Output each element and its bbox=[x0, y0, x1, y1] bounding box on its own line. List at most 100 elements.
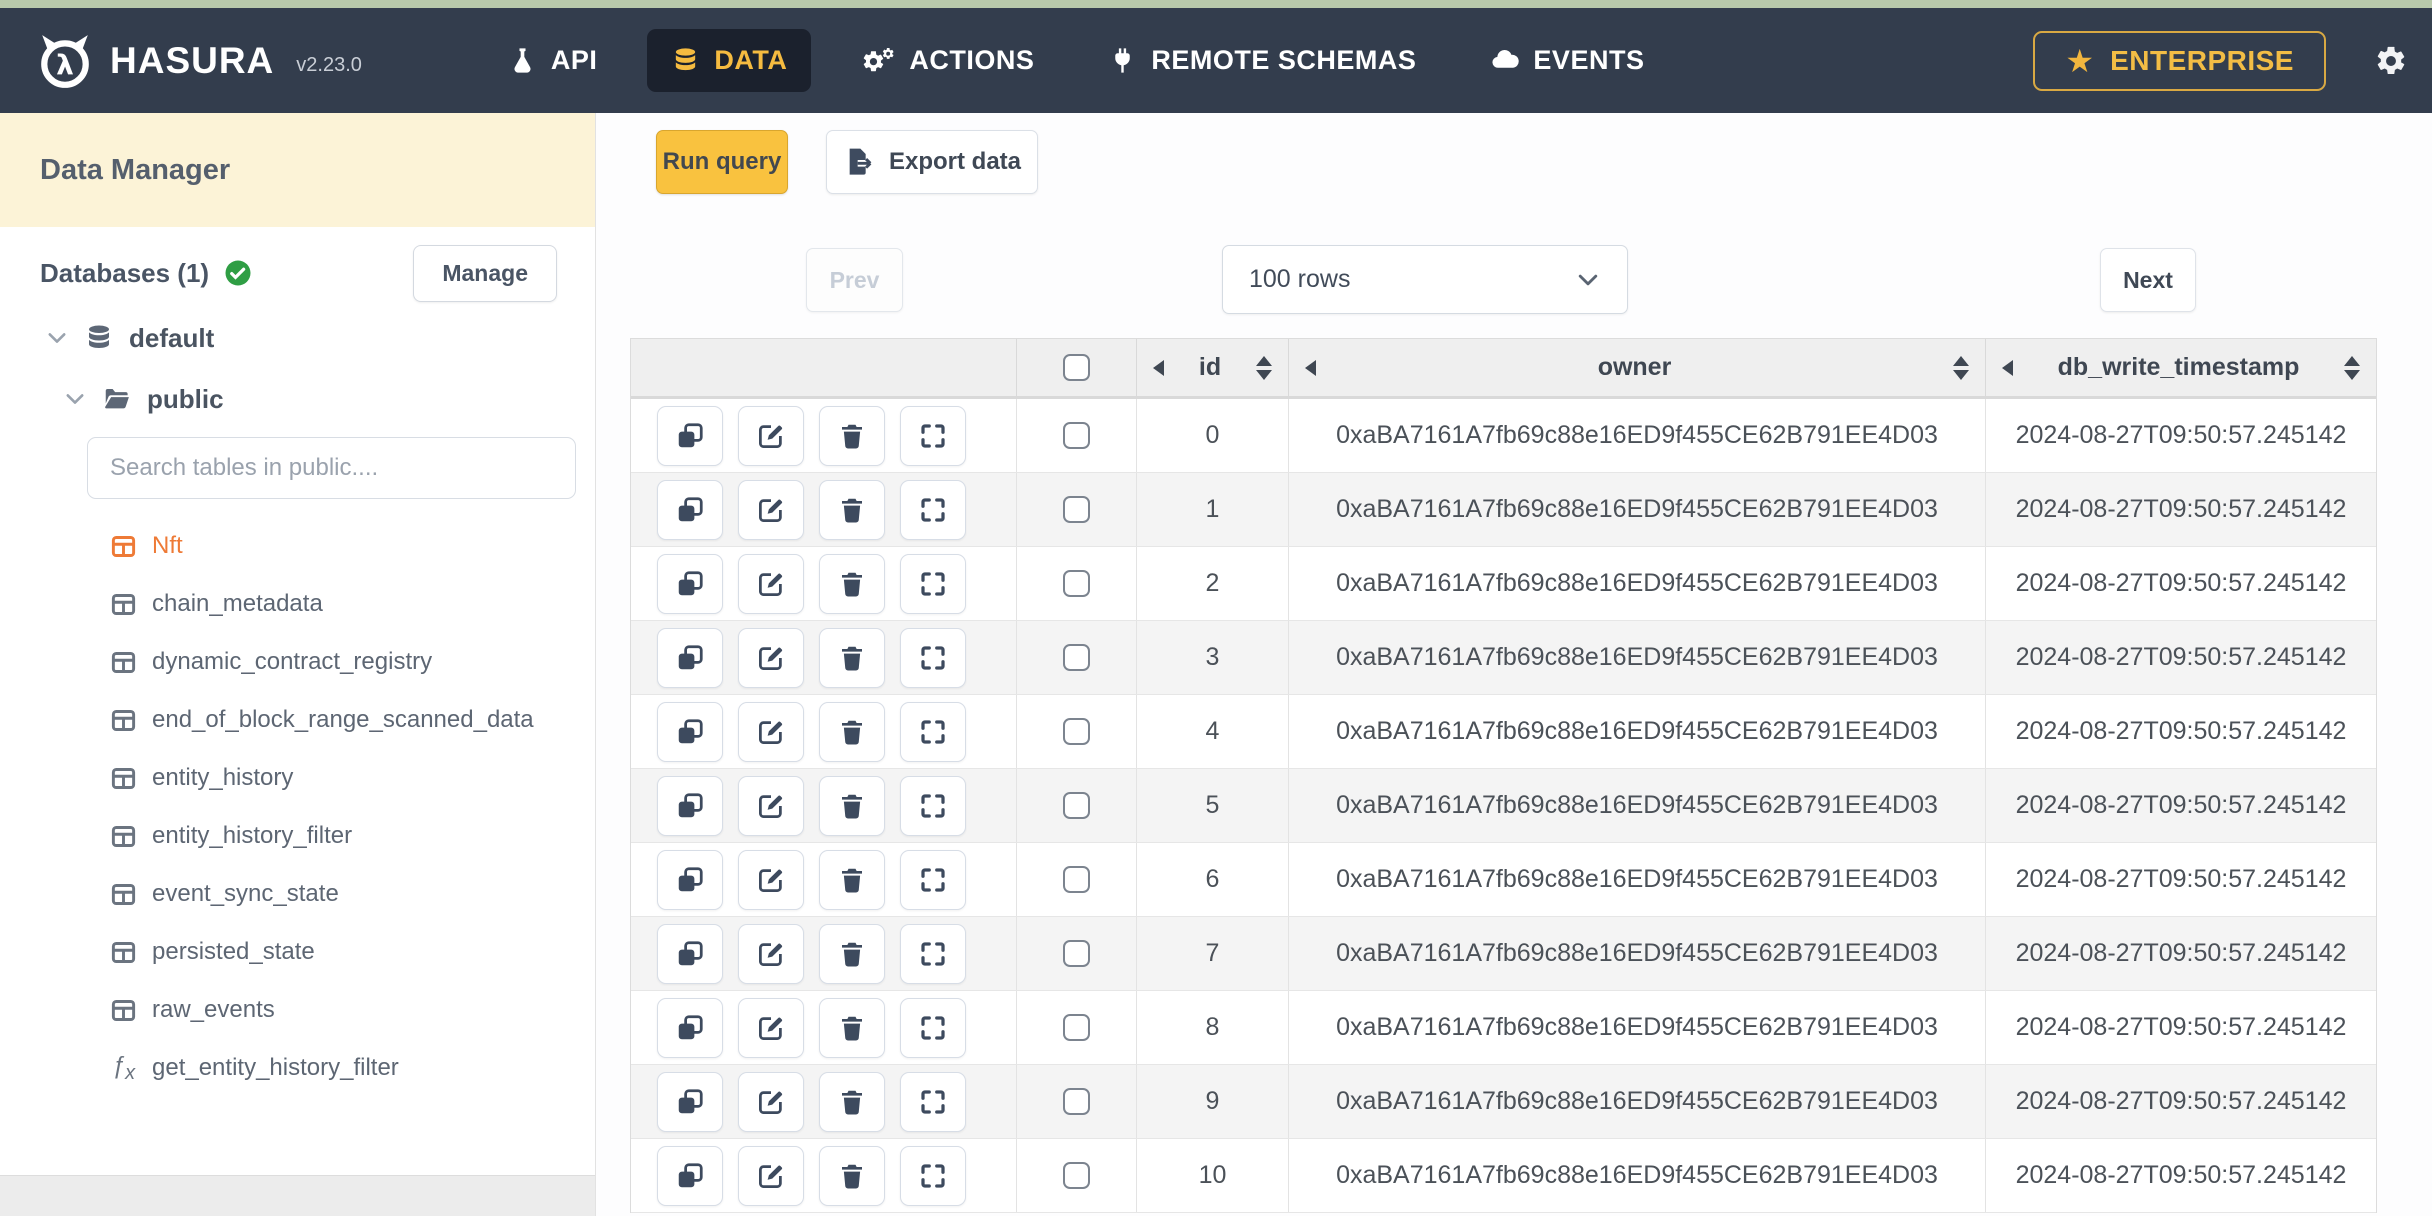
row-checkbox[interactable] bbox=[1063, 496, 1090, 523]
nav-item-remote-schemas[interactable]: REMOTE SCHEMAS bbox=[1084, 29, 1440, 92]
row-checkbox[interactable] bbox=[1063, 570, 1090, 597]
chevron-down-icon[interactable] bbox=[63, 387, 87, 411]
row-checkbox[interactable] bbox=[1063, 422, 1090, 449]
row-checkbox[interactable] bbox=[1063, 866, 1090, 893]
sort-icon[interactable] bbox=[1953, 355, 1969, 380]
delete-row-button[interactable] bbox=[819, 923, 885, 984]
copy-row-button[interactable] bbox=[657, 997, 723, 1058]
nav-item-data[interactable]: DATA bbox=[647, 29, 812, 92]
select-all-checkbox[interactable] bbox=[1063, 354, 1090, 381]
edit-row-button[interactable] bbox=[738, 849, 804, 910]
edit-row-button[interactable] bbox=[738, 775, 804, 836]
next-page-button[interactable]: Next bbox=[2100, 248, 2196, 312]
expand-row-button[interactable] bbox=[900, 479, 966, 540]
rows-per-page-value: 100 rows bbox=[1249, 265, 1351, 293]
nav-item-api[interactable]: API bbox=[484, 29, 622, 92]
sidebar-table-item[interactable]: ƒx persisted_state bbox=[0, 923, 595, 981]
copy-row-button[interactable] bbox=[657, 849, 723, 910]
expand-row-button[interactable] bbox=[900, 405, 966, 466]
edit-row-button[interactable] bbox=[738, 1071, 804, 1132]
sidebar-table-item[interactable]: ƒx raw_events bbox=[0, 981, 595, 1039]
row-checkbox[interactable] bbox=[1063, 792, 1090, 819]
sidebar-table-item[interactable]: ƒx entity_history bbox=[0, 749, 595, 807]
row-checkbox[interactable] bbox=[1063, 1014, 1090, 1041]
copy-row-button[interactable] bbox=[657, 405, 723, 466]
delete-row-button[interactable] bbox=[819, 849, 885, 910]
row-checkbox[interactable] bbox=[1063, 1162, 1090, 1189]
expand-row-button[interactable] bbox=[900, 775, 966, 836]
expand-row-button[interactable] bbox=[900, 849, 966, 910]
copy-row-button[interactable] bbox=[657, 1071, 723, 1132]
cell-db-write-timestamp: 2024-08-27T09:50:57.245142 bbox=[2015, 717, 2347, 745]
tree-node-database-default[interactable]: default bbox=[45, 316, 214, 360]
copy-row-button[interactable] bbox=[657, 775, 723, 836]
header-col-owner[interactable]: owner bbox=[1289, 339, 1986, 396]
delete-row-button[interactable] bbox=[819, 1071, 885, 1132]
copy-row-button[interactable] bbox=[657, 923, 723, 984]
chevron-down-icon[interactable] bbox=[45, 326, 69, 350]
edit-row-button[interactable] bbox=[738, 627, 804, 688]
expand-row-button[interactable] bbox=[900, 997, 966, 1058]
column-left-icon[interactable] bbox=[1153, 359, 1164, 376]
copy-row-button[interactable] bbox=[657, 479, 723, 540]
delete-row-button[interactable] bbox=[819, 997, 885, 1058]
prev-page-button[interactable]: Prev bbox=[806, 248, 903, 312]
row-actions-cell bbox=[631, 917, 1017, 990]
row-checkbox[interactable] bbox=[1063, 940, 1090, 967]
header-col-db-write-timestamp[interactable]: db_write_timestamp bbox=[1986, 339, 2376, 396]
sort-icon[interactable] bbox=[1256, 355, 1272, 380]
row-checkbox[interactable] bbox=[1063, 718, 1090, 745]
edit-row-button[interactable] bbox=[738, 701, 804, 762]
expand-row-button[interactable] bbox=[900, 701, 966, 762]
nav-label-events: EVENTS bbox=[1533, 45, 1645, 75]
expand-row-button[interactable] bbox=[900, 627, 966, 688]
sidebar-table-item[interactable]: ƒx entity_history_filter bbox=[0, 807, 595, 865]
sidebar-table-item[interactable]: ƒx event_sync_state bbox=[0, 865, 595, 923]
nav-item-actions[interactable]: ACTIONS bbox=[837, 29, 1058, 92]
export-data-button[interactable]: Export data bbox=[826, 130, 1038, 194]
run-query-button[interactable]: Run query bbox=[656, 130, 788, 194]
edit-row-button[interactable] bbox=[738, 405, 804, 466]
column-left-icon[interactable] bbox=[2002, 359, 2013, 376]
expand-row-button[interactable] bbox=[900, 553, 966, 614]
delete-row-button[interactable] bbox=[819, 701, 885, 762]
delete-row-button[interactable] bbox=[819, 775, 885, 836]
tree-node-schema-public[interactable]: public bbox=[63, 377, 224, 421]
delete-row-button[interactable] bbox=[819, 479, 885, 540]
enterprise-button[interactable]: ★ ENTERPRISE bbox=[2033, 30, 2326, 91]
sidebar-table-label: dynamic_contract_registry bbox=[152, 648, 433, 675]
row-actions-cell bbox=[631, 621, 1017, 694]
sidebar-table-item[interactable]: ƒx chain_metadata bbox=[0, 575, 595, 633]
sort-icon[interactable] bbox=[2344, 355, 2360, 380]
row-checkbox[interactable] bbox=[1063, 1088, 1090, 1115]
delete-row-button[interactable] bbox=[819, 1145, 885, 1206]
column-left-icon[interactable] bbox=[1305, 359, 1316, 376]
edit-row-button[interactable] bbox=[738, 479, 804, 540]
copy-row-button[interactable] bbox=[657, 701, 723, 762]
edit-row-button[interactable] bbox=[738, 923, 804, 984]
manage-button[interactable]: Manage bbox=[413, 244, 557, 302]
delete-row-button[interactable] bbox=[819, 553, 885, 614]
expand-row-button[interactable] bbox=[900, 1071, 966, 1132]
sidebar-table-item[interactable]: ƒx get_entity_history_filter bbox=[0, 1039, 595, 1097]
nav-item-events[interactable]: EVENTS bbox=[1466, 29, 1668, 92]
rows-per-page-select[interactable]: 100 rows bbox=[1222, 245, 1628, 314]
sidebar-table-item[interactable]: ƒx dynamic_contract_registry bbox=[0, 633, 595, 691]
header-col-id[interactable]: id bbox=[1137, 339, 1289, 396]
expand-row-button[interactable] bbox=[900, 923, 966, 984]
row-checkbox[interactable] bbox=[1063, 644, 1090, 671]
delete-row-button[interactable] bbox=[819, 405, 885, 466]
search-tables-input[interactable] bbox=[87, 437, 576, 499]
copy-row-button[interactable] bbox=[657, 1145, 723, 1206]
edit-row-button[interactable] bbox=[738, 997, 804, 1058]
sidebar-table-item[interactable]: ƒx Nft bbox=[0, 517, 595, 575]
delete-row-button[interactable] bbox=[819, 627, 885, 688]
settings-gear-icon[interactable] bbox=[2374, 44, 2408, 78]
expand-row-button[interactable] bbox=[900, 1145, 966, 1206]
sidebar-table-item[interactable]: ƒx end_of_block_range_scanned_data bbox=[0, 691, 595, 749]
hasura-logo[interactable]: λ HASURA v2.23.0 bbox=[36, 32, 362, 90]
edit-row-button[interactable] bbox=[738, 553, 804, 614]
copy-row-button[interactable] bbox=[657, 553, 723, 614]
edit-row-button[interactable] bbox=[738, 1145, 804, 1206]
copy-row-button[interactable] bbox=[657, 627, 723, 688]
